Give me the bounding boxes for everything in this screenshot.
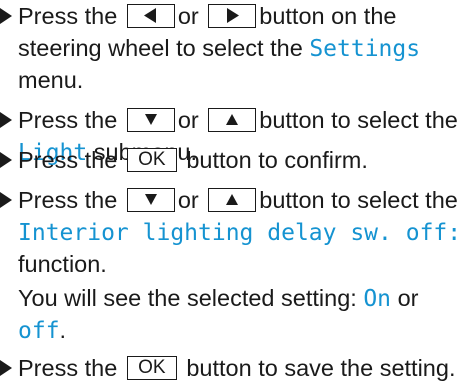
step-text: button on the bbox=[259, 3, 397, 29]
display-value-on: On bbox=[363, 286, 392, 312]
steering-down-button-icon bbox=[126, 107, 175, 132]
step-text: button to select the bbox=[259, 187, 458, 213]
bullet-triangle-icon bbox=[0, 360, 12, 376]
step-text: Press the bbox=[18, 3, 118, 29]
ok-button-icon: OK bbox=[126, 147, 177, 172]
steering-down-button-icon bbox=[126, 187, 175, 212]
steering-left-button-icon bbox=[126, 3, 175, 28]
step-text: or bbox=[177, 187, 199, 213]
bullet-triangle-icon bbox=[0, 152, 12, 168]
step-text: or bbox=[177, 3, 199, 29]
display-function-interior-lighting: Interior lighting delay sw. off: bbox=[18, 220, 462, 246]
step-text: Press the bbox=[18, 147, 118, 173]
step-text: button to select the bbox=[259, 107, 458, 133]
ok-button-icon: OK bbox=[126, 355, 177, 380]
bullet-triangle-icon bbox=[0, 8, 12, 24]
bullet-triangle-icon bbox=[0, 112, 12, 128]
step-text: Press the bbox=[18, 107, 118, 133]
step-text: . bbox=[59, 317, 67, 343]
step-text: or bbox=[177, 107, 199, 133]
step-text: function. bbox=[18, 251, 107, 277]
step-text: Press the bbox=[18, 187, 118, 213]
bullet-triangle-icon bbox=[0, 192, 12, 208]
steering-up-button-icon bbox=[208, 187, 257, 212]
step-text: Press the bbox=[18, 355, 118, 381]
steering-up-button-icon bbox=[208, 107, 257, 132]
step-text: menu. bbox=[18, 67, 84, 93]
display-menu-settings: Settings bbox=[309, 36, 421, 62]
display-value-off: off bbox=[18, 318, 60, 344]
step-text: button to confirm. bbox=[186, 147, 368, 173]
step-text: You will see the selected setting: bbox=[18, 285, 357, 311]
step-text: button to save the setting. bbox=[186, 355, 456, 381]
steering-right-button-icon bbox=[208, 3, 257, 28]
step-text: steering wheel to select the bbox=[18, 35, 303, 61]
step-text: or bbox=[397, 285, 419, 311]
